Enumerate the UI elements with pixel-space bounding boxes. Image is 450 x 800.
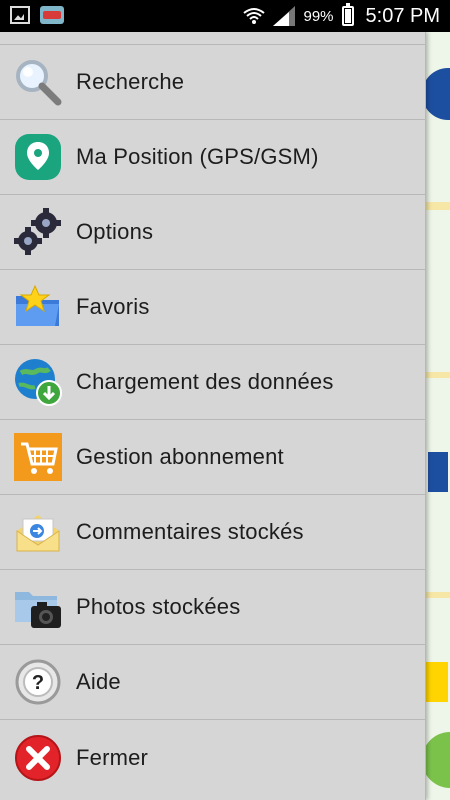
menu-item-chargement[interactable]: Chargement des données (0, 345, 425, 420)
help-icon: ? (12, 656, 64, 708)
svg-text:?: ? (32, 672, 44, 694)
battery-icon (341, 3, 354, 26)
menu-item-label: Commentaires stockés (76, 519, 304, 544)
menu-item-fermer[interactable]: Fermer (0, 720, 425, 795)
status-bar: 99% 5:07 PM (0, 0, 450, 32)
menu-item-aide[interactable]: ? Aide (0, 645, 425, 720)
gears-icon (12, 206, 64, 258)
menu-item-label: Fermer (76, 744, 149, 770)
menu-item-ma-position[interactable]: Ma Position (GPS/GSM) (0, 120, 425, 195)
menu-item-photos[interactable]: Photos stockées (0, 570, 425, 645)
drawer-top-divider (0, 32, 425, 45)
menu-item-label: Favoris (76, 294, 150, 319)
favorites-folder-icon (12, 281, 64, 333)
battery-percent: 99% (303, 7, 334, 25)
menu-item-label: Gestion abonnement (76, 444, 284, 469)
menu-item-label: Photos stockées (76, 594, 241, 619)
globe-download-icon (12, 356, 64, 408)
search-icon (12, 56, 64, 108)
menu-item-label: Recherche (76, 69, 185, 94)
close-icon (12, 732, 64, 784)
menu-item-label: Options (76, 219, 154, 244)
menu-item-options[interactable]: Options (0, 195, 425, 270)
app-notification-icon (40, 6, 64, 24)
navigation-drawer: Recherche Ma Position (GPS/GSM) Options … (0, 32, 426, 800)
mail-icon (12, 506, 64, 558)
clock: 5:07 PM (365, 4, 440, 27)
map-action-button[interactable] (422, 732, 450, 788)
gallery-icon (10, 6, 30, 24)
map-badge (422, 68, 450, 120)
location-icon (12, 131, 64, 183)
cart-icon (12, 431, 64, 483)
menu-item-label: Ma Position (GPS/GSM) (76, 144, 319, 169)
menu-item-gestion-abonnement[interactable]: Gestion abonnement (0, 420, 425, 495)
camera-folder-icon (12, 581, 64, 633)
wifi-icon (243, 7, 266, 25)
menu-item-favoris[interactable]: Favoris (0, 270, 425, 345)
menu-item-recherche[interactable]: Recherche (0, 45, 425, 120)
signal-icon (273, 6, 296, 26)
menu-item-label: Aide (76, 669, 121, 694)
menu-item-label: Chargement des données (76, 369, 334, 394)
menu-item-commentaires[interactable]: Commentaires stockés (0, 495, 425, 570)
